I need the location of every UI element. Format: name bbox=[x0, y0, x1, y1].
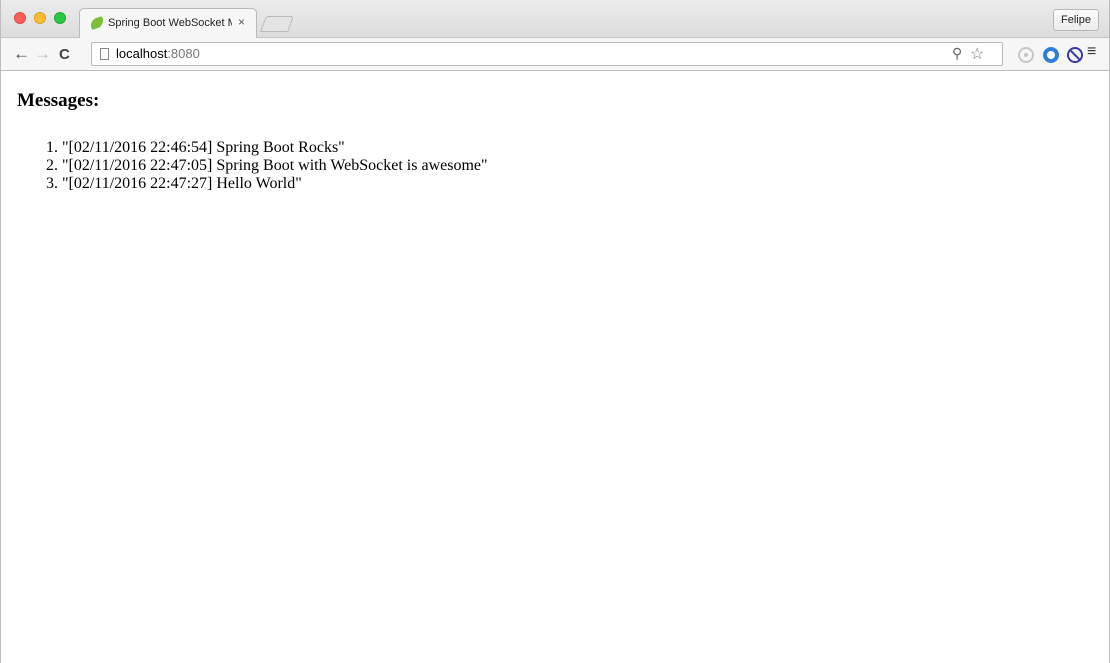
extension-blue-icon[interactable] bbox=[1043, 47, 1059, 63]
zoom-icon[interactable]: ⚲ bbox=[952, 45, 962, 62]
list-item: "[02/11/2016 22:46:54] Spring Boot Rocks… bbox=[62, 139, 488, 157]
page-content: Messages: "[02/11/2016 22:46:54] Spring … bbox=[1, 71, 1109, 663]
tab-title: Spring Boot WebSocket M bbox=[108, 17, 232, 29]
minimize-window-button[interactable] bbox=[34, 12, 46, 24]
page-icon bbox=[100, 48, 109, 60]
tab-close-icon[interactable]: × bbox=[238, 15, 245, 29]
list-item: "[02/11/2016 22:47:27] Hello World" bbox=[62, 175, 488, 193]
list-item: "[02/11/2016 22:47:05] Spring Boot with … bbox=[62, 157, 488, 175]
profile-button[interactable]: Felipe bbox=[1053, 9, 1099, 31]
star-icon[interactable]: ☆ bbox=[970, 44, 984, 64]
messages-list: "[02/11/2016 22:46:54] Spring Boot Rocks… bbox=[1, 139, 488, 193]
url-port: :8080 bbox=[167, 46, 200, 61]
browser-window: Spring Boot WebSocket M × Felipe ← → C l… bbox=[0, 0, 1110, 663]
reload-icon[interactable]: C bbox=[59, 45, 70, 65]
spring-leaf-icon bbox=[88, 15, 106, 31]
new-tab-button[interactable] bbox=[260, 16, 294, 32]
address-bar[interactable]: localhost:8080 ⚲ ☆ bbox=[91, 42, 1003, 66]
page-title: Messages: bbox=[17, 90, 100, 111]
extension-grey-icon[interactable] bbox=[1018, 47, 1034, 63]
back-arrow-icon[interactable]: ← bbox=[13, 44, 30, 64]
toolbar: ← → C localhost:8080 ⚲ ☆ ≡ bbox=[1, 38, 1109, 71]
url-host: localhost bbox=[116, 46, 168, 61]
tab-active[interactable]: Spring Boot WebSocket M × bbox=[79, 8, 257, 38]
url-text[interactable]: localhost:8080 bbox=[116, 46, 200, 61]
forward-arrow-icon[interactable]: → bbox=[34, 44, 51, 64]
tab-strip: Spring Boot WebSocket M × Felipe bbox=[1, 0, 1109, 38]
hamburger-menu-icon[interactable]: ≡ bbox=[1087, 43, 1096, 61]
extension-block-icon[interactable] bbox=[1067, 47, 1083, 63]
maximize-window-button[interactable] bbox=[54, 12, 66, 24]
close-window-button[interactable] bbox=[14, 12, 26, 24]
